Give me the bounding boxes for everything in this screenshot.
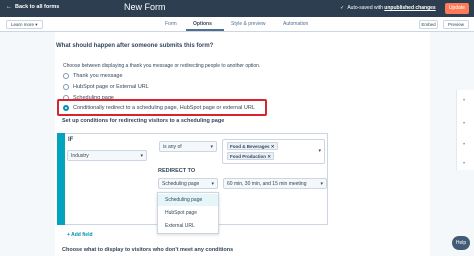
tab-automation[interactable]: Automation [283, 21, 308, 27]
meeting-select[interactable]: 60 min, 30 min, and 15 min meeting ▾ [223, 178, 327, 189]
dot-icon[interactable]: • [463, 161, 465, 167]
autosave-prefix: Auto-saved with [347, 5, 383, 11]
redirect-type-value: Scheduling page [162, 181, 200, 187]
highlight-box [57, 99, 267, 116]
back-to-forms-link[interactable]: ← Back to all forms [6, 4, 59, 10]
help-button[interactable]: Help [452, 236, 470, 250]
radio-thank-you[interactable]: Thank you message [63, 73, 123, 79]
caret-down-icon: ▾ [318, 148, 321, 154]
property-value: Industry [71, 153, 89, 159]
operator-select[interactable]: is any of ▾ [159, 141, 217, 152]
caret-down-icon: ▾ [210, 144, 213, 150]
if-label: IF [68, 137, 74, 143]
dropdown-option-scheduling-page[interactable]: Scheduling page [158, 194, 218, 206]
tab-bar: Learn more ▾ Form Options Style & previe… [0, 17, 474, 32]
remove-tag-icon[interactable]: ✕ [267, 154, 271, 159]
radio-hubspot-page[interactable]: HubSpot page or External URL [63, 84, 149, 90]
value-tag: Food & Beverages ✕ [227, 142, 278, 150]
embed-button[interactable]: Embed [419, 20, 438, 29]
condition-card-accent [57, 133, 65, 225]
redirect-type-select[interactable]: Scheduling page ▾ [158, 178, 218, 189]
conditions-heading: Set up conditions for redirecting visito… [62, 118, 225, 124]
form-title[interactable]: New Form [124, 2, 166, 12]
remove-tag-icon[interactable]: ✕ [271, 144, 275, 149]
operator-value: is any of [163, 144, 182, 150]
radio-circle-icon [63, 73, 69, 79]
learn-more-dropdown[interactable]: Learn more ▾ [6, 20, 43, 29]
preview-button[interactable]: Preview [443, 20, 469, 29]
arrow-left-icon: ← [6, 4, 12, 10]
dropdown-option-external-url[interactable]: External URL [158, 220, 218, 232]
caret-down-icon: ▾ [211, 181, 214, 187]
active-tab-indicator [186, 29, 224, 31]
redirect-label: REDIRECT TO [158, 168, 196, 174]
radio-label: Thank you message [73, 73, 123, 79]
tab-options[interactable]: Options [193, 21, 212, 27]
radio-circle-icon [63, 84, 69, 90]
radio-label: HubSpot page or External URL [73, 84, 149, 90]
back-label: Back to all forms [15, 4, 60, 10]
autosave-status: ✓ Auto-saved with unpublished changes [340, 5, 436, 11]
caret-down-icon: ▾ [320, 181, 323, 187]
value-tag: Food Production ✕ [227, 152, 275, 160]
tag-label: Food Production [230, 154, 266, 159]
check-icon: ✓ [340, 5, 345, 11]
top-bar: ← Back to all forms New Form ✓ Auto-save… [0, 0, 474, 17]
section-heading: What should happen after someone submits… [56, 43, 214, 49]
caret-down-icon: ▾ [140, 153, 143, 159]
tag-label: Food & Beverages [230, 144, 270, 149]
dropdown-option-hubspot-page[interactable]: HubSpot page [158, 207, 218, 219]
tab-form[interactable]: Form [165, 21, 177, 27]
dot-icon[interactable]: • [463, 121, 465, 127]
dot-icon[interactable]: • [463, 142, 465, 148]
update-button[interactable]: Update [445, 3, 469, 14]
section-description: Choose between displaying a thank you me… [63, 63, 261, 69]
property-select[interactable]: Industry ▾ [67, 150, 147, 161]
fallback-heading: Choose what to display to visitors who d… [62, 247, 234, 253]
add-field-link[interactable]: + Add field [67, 232, 93, 238]
dot-icon[interactable]: • [463, 98, 465, 104]
tab-style-preview[interactable]: Style & preview [231, 21, 265, 27]
unpublished-changes-link[interactable]: unpublished changes [384, 5, 435, 11]
meeting-value: 60 min, 30 min, and 15 min meeting [227, 181, 307, 187]
